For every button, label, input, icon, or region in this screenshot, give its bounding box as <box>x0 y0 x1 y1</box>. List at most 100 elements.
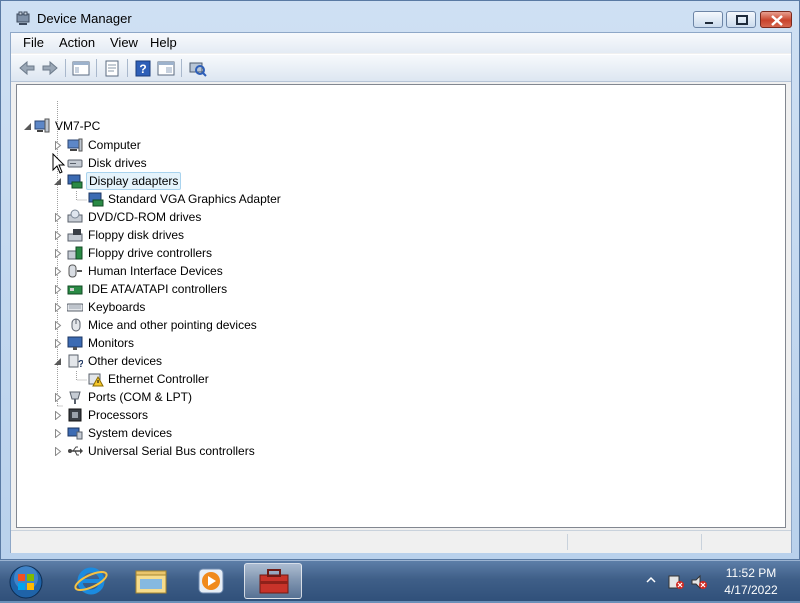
internet-explorer-icon <box>74 567 108 595</box>
start-button[interactable] <box>0 563 52 599</box>
tree-category-label: Monitors <box>88 336 135 350</box>
back-button[interactable] <box>17 58 37 78</box>
collapse-icon[interactable] <box>53 357 62 366</box>
mouse-icon <box>67 317 83 333</box>
tree-category-label: Computer <box>88 138 141 152</box>
scan-hardware-button[interactable] <box>187 58 207 78</box>
show-hide-tree-button[interactable] <box>71 58 91 78</box>
taskbar-windows-explorer[interactable] <box>122 563 180 599</box>
expand-icon[interactable] <box>54 285 63 294</box>
show-hide-tree-icon <box>72 61 90 76</box>
title-bar[interactable]: Device Manager <box>1 1 799 33</box>
toolbar-separator <box>181 59 182 77</box>
expand-icon[interactable] <box>54 249 63 258</box>
status-pane <box>701 534 790 550</box>
device-tree[interactable]: VM7-PC Computer Disk drives Display adapter… <box>16 84 786 528</box>
tree-category-label: Human Interface Devices <box>88 264 223 278</box>
tree-category-label: Ports (COM & LPT) <box>88 390 193 404</box>
volume-muted-icon[interactable] <box>690 573 708 591</box>
client-area: File Action View Help ? VM7-PC Computer … <box>10 32 792 553</box>
maximize-button[interactable] <box>726 11 756 28</box>
expand-icon[interactable] <box>54 429 63 438</box>
other-devices-icon: ? <box>67 353 84 370</box>
window-title: Device Manager <box>37 11 132 26</box>
tree-category-label: Processors <box>88 408 149 422</box>
menu-action[interactable]: Action <box>53 35 101 51</box>
forward-button[interactable] <box>40 58 60 78</box>
system-device-icon <box>67 425 83 441</box>
toolbar: ? <box>11 54 791 82</box>
windows-explorer-icon <box>135 570 167 594</box>
help-icon: ? <box>135 60 151 77</box>
tree-category-label: Mice and other pointing devices <box>88 318 257 332</box>
close-button[interactable] <box>760 11 792 28</box>
toolbar-separator <box>96 59 97 77</box>
device-manager-taskbar-icon <box>259 569 289 594</box>
usb-icon <box>67 443 83 459</box>
menu-help[interactable]: Help <box>144 35 183 51</box>
expand-icon[interactable] <box>54 303 63 312</box>
taskbar-media-player[interactable] <box>182 563 240 599</box>
menu-view[interactable]: View <box>104 35 144 51</box>
menu-file[interactable]: File <box>17 35 50 51</box>
clock-date[interactable]: 4/17/2022 <box>716 583 786 597</box>
tree-category-label: Other devices <box>88 354 163 368</box>
expand-icon[interactable] <box>54 447 63 456</box>
expand-icon[interactable] <box>54 141 63 150</box>
taskbar-device-manager[interactable] <box>244 563 302 599</box>
status-pane <box>567 534 701 550</box>
help-button[interactable]: ? <box>133 58 153 78</box>
monitor-icon <box>67 335 83 351</box>
pc-icon <box>34 118 50 134</box>
processor-icon <box>67 407 83 423</box>
view-pane-button[interactable] <box>156 58 176 78</box>
minimize-button[interactable] <box>693 11 723 28</box>
expand-icon[interactable] <box>54 267 63 276</box>
expand-icon[interactable] <box>54 411 63 420</box>
tree-root-label: VM7-PC <box>55 119 101 133</box>
action-center-icon[interactable] <box>667 573 685 591</box>
expand-icon[interactable] <box>54 231 63 240</box>
properties-button[interactable] <box>102 58 122 78</box>
warning-device-icon <box>88 371 104 387</box>
tree-category-label: Floppy disk drives <box>88 228 185 242</box>
properties-icon <box>105 60 119 77</box>
computer-icon <box>67 137 83 153</box>
back-arrow-icon <box>19 60 35 76</box>
collapse-icon[interactable] <box>23 122 32 131</box>
tree-category-label: Keyboards <box>88 300 146 314</box>
display-adapter-icon <box>88 191 104 207</box>
hid-icon <box>67 263 83 279</box>
show-hidden-icons-icon[interactable] <box>646 575 656 585</box>
tree-device-label: Ethernet Controller <box>108 372 209 386</box>
tree-category-label: IDE ATA/ATAPI controllers <box>88 282 228 296</box>
ide-controller-icon <box>67 281 83 297</box>
tree-category-label: DVD/CD-ROM drives <box>88 210 202 224</box>
collapse-icon[interactable] <box>53 177 62 186</box>
clock-time[interactable]: 11:52 PM <box>720 566 782 580</box>
view-pane-icon <box>157 61 175 76</box>
tree-device-label: Standard VGA Graphics Adapter <box>108 192 281 206</box>
minimize-icon <box>705 22 713 24</box>
display-adapter-icon <box>67 173 83 189</box>
maximize-icon <box>736 15 748 25</box>
expand-icon[interactable] <box>54 339 63 348</box>
device-manager-window: Device Manager File Action View Help ? V… <box>0 0 800 560</box>
expand-icon[interactable] <box>54 321 63 330</box>
taskbar: 11:52 PM 4/17/2022 <box>0 560 800 601</box>
scan-hardware-icon <box>189 62 207 77</box>
dvd-drive-icon <box>67 209 83 225</box>
floppy-controller-icon <box>67 245 83 261</box>
media-player-icon <box>198 568 224 594</box>
toolbar-separator <box>127 59 128 77</box>
expand-icon[interactable] <box>54 213 63 222</box>
svg-text:?: ? <box>78 359 83 369</box>
mouse-cursor-icon <box>52 153 66 174</box>
svg-text:?: ? <box>139 62 146 76</box>
taskbar-internet-explorer[interactable] <box>62 563 120 599</box>
tree-category-label: System devices <box>88 426 173 440</box>
start-orb-icon <box>9 565 43 599</box>
disk-drive-icon <box>67 155 83 171</box>
tree-category-label: Display adapters <box>86 172 182 190</box>
expand-icon[interactable] <box>54 393 63 402</box>
